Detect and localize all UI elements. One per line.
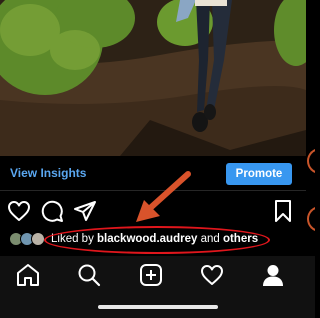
plus-square-icon[interactable] <box>138 262 164 288</box>
heart-outline-icon[interactable] <box>7 199 31 223</box>
paper-plane-icon[interactable] <box>73 199 97 223</box>
liked-by-others[interactable]: others <box>223 233 258 245</box>
liked-by-user[interactable]: blackwood.audrey <box>97 233 197 245</box>
bookmark-icon[interactable] <box>271 199 295 223</box>
liked-by-text[interactable]: Liked by blackwood.audrey and others <box>51 233 258 245</box>
post-photo[interactable] <box>0 0 306 156</box>
profile-icon[interactable] <box>260 262 286 288</box>
likes-row: Liked by blackwood.audrey and others <box>0 228 306 252</box>
promote-button[interactable]: Promote <box>226 163 292 185</box>
liker-avatar <box>31 232 45 246</box>
liked-by-and: and <box>197 233 223 245</box>
heart-icon[interactable] <box>199 262 225 288</box>
bottom-tab-bar <box>0 256 315 318</box>
post-photo-image <box>0 0 306 156</box>
liked-by-prefix: Liked by <box>51 233 98 245</box>
instagram-post-screen: View Insights Promote Liked by blackwood… <box>0 0 315 318</box>
search-icon[interactable] <box>76 262 102 288</box>
view-insights-link[interactable]: View Insights <box>10 166 86 180</box>
home-indicator <box>98 305 218 309</box>
post-actions <box>0 196 306 226</box>
home-icon[interactable] <box>15 262 41 288</box>
insights-bar: View Insights Promote <box>0 156 306 191</box>
comment-bubble-icon[interactable] <box>40 199 64 223</box>
